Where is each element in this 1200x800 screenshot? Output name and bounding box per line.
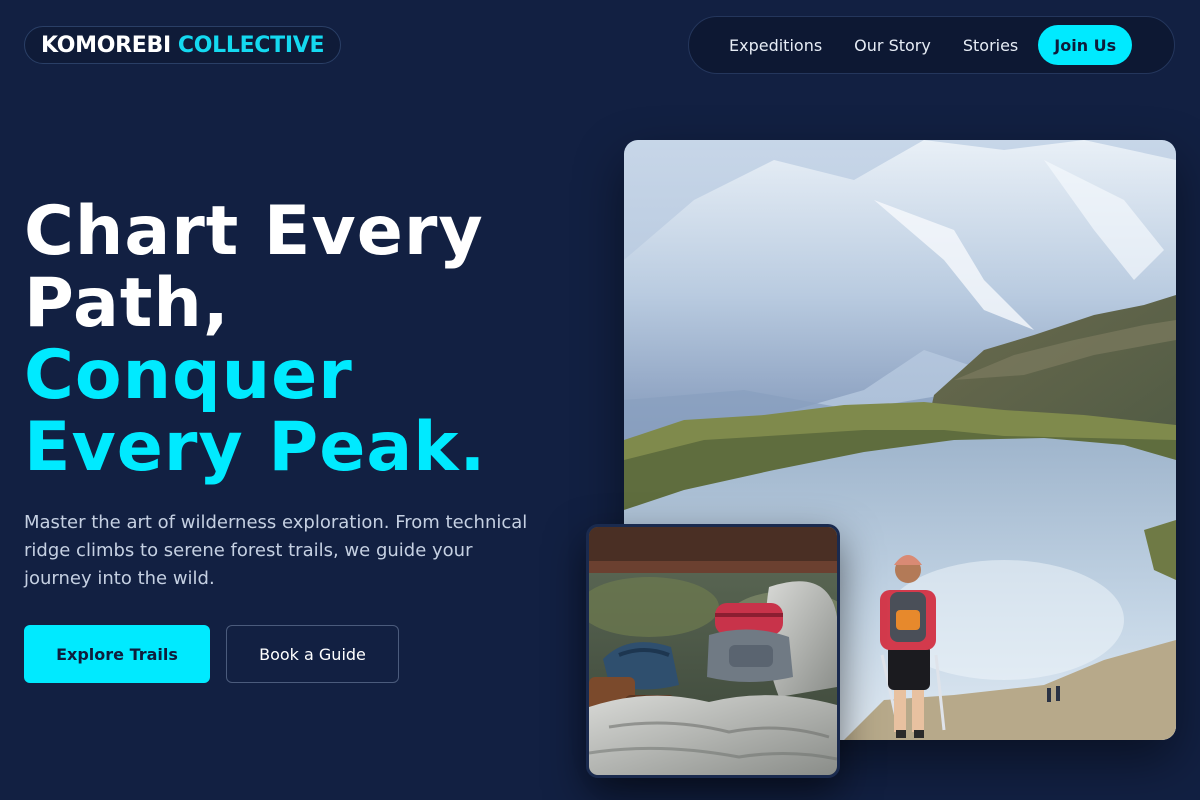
brand-name-part1: KOMOREBI bbox=[41, 32, 171, 58]
nav-link-our-story[interactable]: Our Story bbox=[838, 36, 947, 55]
backpack-on-rocks-photo bbox=[586, 524, 840, 778]
headline-line-4: Every Peak. bbox=[24, 408, 487, 487]
nav-link-expeditions[interactable]: Expeditions bbox=[713, 36, 838, 55]
brand-name-part2: COLLECTIVE bbox=[177, 32, 325, 58]
hero-lead: Master the art of wilderness exploration… bbox=[24, 512, 528, 589]
headline-line-1: Chart Every bbox=[24, 192, 484, 271]
headline-line-3: Conquer bbox=[24, 336, 353, 415]
brand-logo[interactable]: KOMOREBI COLLECTIVE bbox=[24, 26, 342, 64]
nav-link-stories[interactable]: Stories bbox=[947, 36, 1034, 55]
explore-trails-button[interactable]: Explore Trails bbox=[24, 625, 210, 683]
hero-headline: Chart Every Path, Conquer Every Peak. bbox=[24, 196, 584, 484]
join-us-button[interactable]: Join Us bbox=[1038, 25, 1133, 65]
book-guide-button[interactable]: Book a Guide bbox=[226, 625, 399, 683]
headline-line-2: Path, bbox=[24, 264, 230, 343]
main-nav: Expeditions Our Story Stories Join Us bbox=[688, 16, 1175, 74]
